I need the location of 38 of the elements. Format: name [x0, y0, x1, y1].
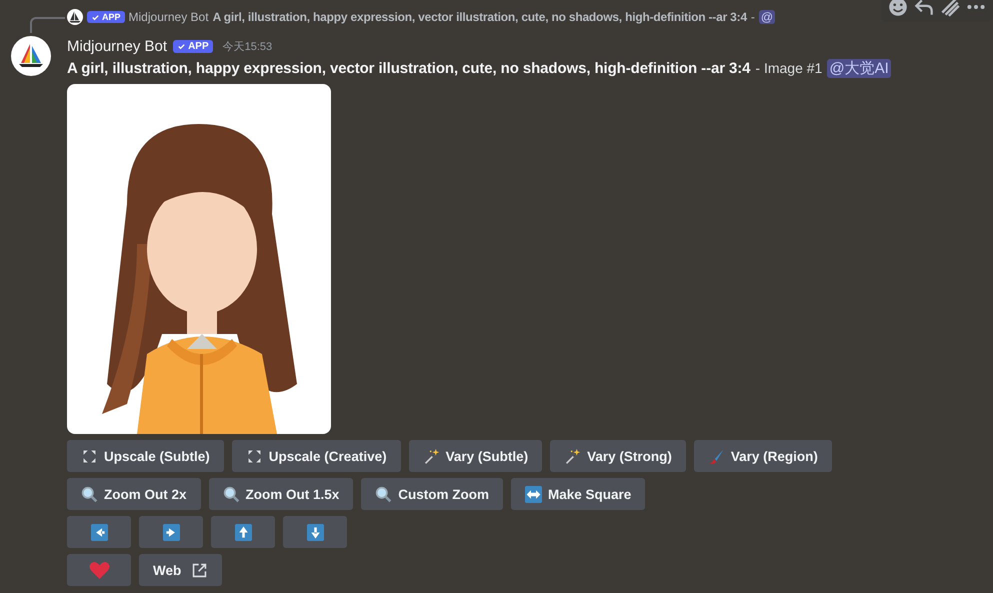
app-badge: APP [87, 11, 125, 23]
magic-wand-icon [564, 448, 582, 464]
expand-arrows-icon [246, 448, 263, 464]
user-mention[interactable]: @ [758, 10, 776, 24]
paintbrush-icon [708, 448, 725, 464]
action-button[interactable]: Zoom Out 1.5x [208, 478, 354, 510]
up-arrow-button[interactable] [211, 516, 275, 548]
bot-avatar-icon [67, 9, 83, 25]
heart-icon [88, 560, 110, 580]
action-button[interactable]: Web [139, 554, 222, 586]
action-button[interactable]: Upscale (Subtle) [67, 440, 224, 472]
sailboat-avatar-icon[interactable] [11, 36, 51, 76]
reply-connector [30, 17, 65, 33]
image-label: - Image #1 [755, 60, 822, 76]
app-icon[interactable] [939, 0, 961, 18]
action-button[interactable]: Upscale (Creative) [232, 440, 401, 472]
action-button[interactable]: Custom Zoom [361, 478, 504, 510]
action-button[interactable]: Make Square [511, 478, 646, 510]
magnifier-icon [81, 486, 98, 502]
external-link-icon [191, 562, 208, 578]
reply-author[interactable]: Midjourney Bot [128, 10, 209, 24]
action-button[interactable]: Vary (Subtle) [408, 440, 542, 472]
action-button[interactable]: Zoom Out 2x [67, 478, 201, 510]
expand-arrows-icon [81, 448, 98, 464]
magnifier-icon [222, 486, 240, 502]
magic-wand-icon [422, 448, 440, 464]
app-badge: APP [173, 40, 213, 52]
magnifier-icon [375, 486, 392, 502]
author-name[interactable]: Midjourney Bot [67, 38, 168, 54]
user-mention[interactable]: @大觉AI [827, 58, 891, 78]
down-arrow-button[interactable] [283, 516, 347, 548]
action-button[interactable]: Vary (Region) [694, 440, 832, 472]
timestamp: 今天15:53 [222, 40, 272, 54]
emoji-icon[interactable] [887, 0, 909, 18]
action-button[interactable]: Vary (Strong) [550, 440, 686, 472]
replied-prompt[interactable]: A girl, illustration, happy expression, vector illustration, cute, no shadows, high-definition --ar 3:4 [212, 10, 747, 24]
reply-separator: - [750, 10, 755, 24]
prompt-text: A girl, illustration, happy expression, vector illustration, cute, no shadows, high-definition --ar 3:4 [67, 60, 750, 76]
